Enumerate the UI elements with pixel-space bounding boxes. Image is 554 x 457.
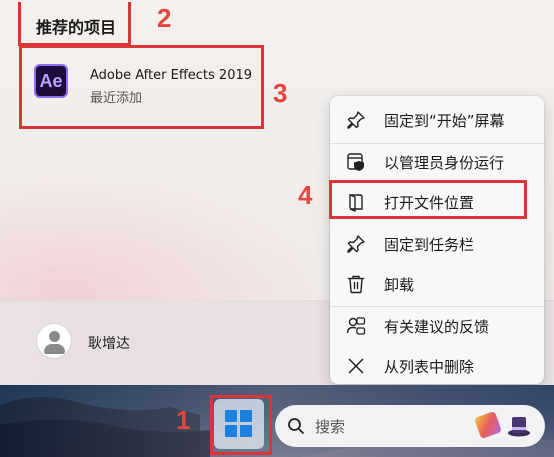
avatar-body bbox=[44, 344, 65, 354]
pin-icon bbox=[347, 235, 365, 253]
annotation-box-3 bbox=[19, 45, 264, 129]
annotation-number-1: 1 bbox=[176, 405, 191, 435]
avatar bbox=[36, 323, 72, 359]
menu-item-remove-from-list[interactable]: 从列表中删除 bbox=[330, 348, 544, 384]
menu-item-feedback[interactable]: 有关建议的反馈 bbox=[330, 308, 544, 344]
annotation-number-2: 2 bbox=[157, 3, 172, 33]
menu-item-label: 固定到“开始”屏幕 bbox=[384, 112, 505, 130]
user-name: 耿增达 bbox=[88, 336, 130, 352]
search-icon bbox=[288, 418, 305, 435]
annotation-box-4 bbox=[329, 180, 527, 219]
menu-item-pin-to-taskbar[interactable]: 固定到任务栏 bbox=[330, 226, 544, 262]
menu-item-pin-to-start[interactable]: 固定到“开始”屏幕 bbox=[330, 102, 544, 138]
menu-item-label: 卸载 bbox=[384, 276, 415, 294]
feedback-icon bbox=[346, 317, 366, 335]
menu-item-label: 固定到任务栏 bbox=[384, 236, 475, 254]
close-icon bbox=[348, 358, 364, 374]
menu-item-label: 有关建议的反馈 bbox=[384, 318, 490, 336]
avatar-head bbox=[49, 331, 60, 342]
shield-admin-icon bbox=[347, 153, 364, 171]
menu-separator bbox=[330, 306, 544, 307]
context-menu: 固定到“开始”屏幕 以管理员身份运行 打开文件位置 固定到任务栏 卸载 有关建议… bbox=[330, 96, 544, 384]
menu-item-label: 从列表中删除 bbox=[384, 358, 475, 376]
annotation-number-4: 4 bbox=[298, 180, 313, 210]
taskbar-search-box[interactable]: 搜索 bbox=[275, 405, 545, 447]
menu-item-label: 以管理员身份运行 bbox=[384, 154, 505, 172]
search-placeholder: 搜索 bbox=[315, 418, 346, 436]
menu-item-run-as-admin[interactable]: 以管理员身份运行 bbox=[330, 144, 544, 180]
pin-icon bbox=[347, 111, 365, 129]
annotation-box-2 bbox=[18, 2, 131, 46]
menu-item-uninstall[interactable]: 卸载 bbox=[330, 266, 544, 302]
annotation-box-1 bbox=[210, 395, 272, 455]
annotation-number-3: 3 bbox=[273, 78, 288, 108]
magician-hat-icon bbox=[508, 417, 530, 437]
trash-icon bbox=[348, 275, 364, 294]
search-highlight-icon bbox=[473, 410, 503, 440]
